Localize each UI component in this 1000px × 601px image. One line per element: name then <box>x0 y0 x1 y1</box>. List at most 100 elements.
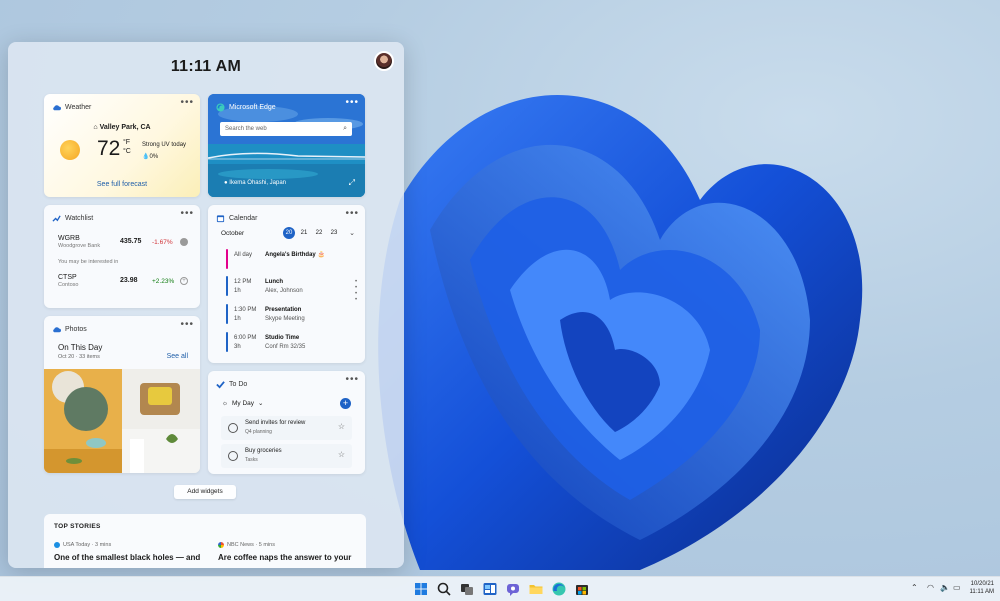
wifi-icon[interactable]: ◠ <box>927 583 934 592</box>
calendar-day[interactable]: 23 <box>328 227 340 239</box>
photos-header: Photos <box>52 322 87 336</box>
event-time: 6:00 PM 3h <box>234 335 257 350</box>
stock-row-name: Woodgrove Bank <box>58 243 101 249</box>
see-all-link[interactable]: See all <box>167 353 188 360</box>
watchlist-title: Watchlist <box>65 214 94 222</box>
event-color-bar <box>226 276 228 296</box>
task-title: Buy groceries <box>245 448 282 454</box>
edge-browser-icon[interactable] <box>551 581 567 597</box>
calendar-event[interactable]: 6:00 PM 3h Studio Time Conf Rm 32/35 <box>226 332 356 354</box>
edge-header: Microsoft Edge <box>216 100 276 114</box>
chat-icon[interactable] <box>505 581 521 597</box>
stock-chart-icon <box>52 214 61 222</box>
checkmark-icon[interactable] <box>180 238 188 246</box>
calendar-event[interactable]: 1:30 PM 1h Presentation Skype Meeting <box>226 304 356 326</box>
watchlist-header: Watchlist <box>52 211 93 225</box>
calendar-day[interactable]: 21 <box>298 227 310 239</box>
event-name: Presentation Skype Meeting <box>265 307 305 322</box>
todo-task[interactable]: Send invites for review Q4 planning ☆ <box>221 416 352 440</box>
task-subtitle: Q4 planning <box>245 429 272 435</box>
event-color-bar <box>226 249 228 269</box>
weather-units[interactable]: °F °C <box>123 138 131 156</box>
news-story[interactable]: USA Today · 3 mins One of the smallest b… <box>54 542 200 562</box>
watchlist-more-button[interactable]: ••• <box>180 209 194 219</box>
user-avatar[interactable] <box>374 51 394 71</box>
edge-search-input[interactable]: Search the web ⌕ <box>220 122 352 136</box>
usa-today-icon <box>54 542 60 548</box>
search-icon[interactable] <box>436 581 452 597</box>
chevron-up-icon[interactable]: ⌃ <box>911 583 918 592</box>
scroll-indicator-icon[interactable]: • • • • <box>355 279 359 303</box>
taskbar-clock[interactable]: 10/20/21 11:11 AM <box>954 580 994 596</box>
task-view-icon[interactable] <box>459 581 475 597</box>
watchlist-widget[interactable]: Watchlist ••• WGRB Woodgrove Bank 435.75… <box>44 205 200 308</box>
todo-header: To Do <box>216 377 247 391</box>
event-color-bar <box>226 332 228 352</box>
photo-thumbnail[interactable] <box>122 369 200 473</box>
weather-details: Strong UV today 💧0% <box>142 139 186 163</box>
calendar-icon <box>216 214 225 222</box>
calendar-header: Calendar <box>216 211 257 225</box>
todo-more-button[interactable]: ••• <box>345 375 359 385</box>
taskbar-time: 11:11 AM <box>969 589 994 595</box>
weather-widget[interactable]: Weather ••• ⌂ Valley Park, CA 72 °F °C S… <box>44 94 200 197</box>
location-pin-icon: ● <box>224 180 228 186</box>
checkmark-icon <box>216 380 225 389</box>
story-title: One of the smallest black holes — and <box>54 553 201 562</box>
calendar-widget[interactable]: Calendar ••• October 20 21 22 23 ⌄ All d… <box>208 205 365 363</box>
expand-icon[interactable]: ⤢ <box>349 178 355 188</box>
edge-widget[interactable]: Microsoft Edge ••• Search the web ⌕ ● Ik… <box>208 94 365 197</box>
calendar-days: 20 21 22 23 <box>283 227 340 239</box>
task-checkbox[interactable] <box>228 423 238 433</box>
volume-icon[interactable]: 🔈 <box>940 583 950 592</box>
photos-title: Photos <box>65 325 87 333</box>
add-widgets-button[interactable]: Add widgets <box>174 485 236 499</box>
stock-row-symbol[interactable]: CTSP Contoso <box>58 274 79 288</box>
add-icon[interactable]: + <box>180 277 188 285</box>
photos-more-button[interactable]: ••• <box>180 320 194 330</box>
photos-subtitle: Oct 20 · 33 items <box>58 354 100 360</box>
store-icon[interactable] <box>574 581 590 597</box>
calendar-event[interactable]: All day Angela's Birthday 🎂 <box>226 249 356 271</box>
weather-title: Weather <box>65 103 92 111</box>
start-icon[interactable] <box>413 581 429 597</box>
star-icon[interactable]: ☆ <box>338 422 345 431</box>
calendar-day[interactable]: 20 <box>283 227 295 239</box>
star-icon[interactable]: ☆ <box>338 450 345 459</box>
edge-more-button[interactable]: ••• <box>345 98 359 108</box>
task-checkbox[interactable] <box>228 451 238 461</box>
widgets-icon[interactable] <box>482 581 498 597</box>
calendar-day[interactable]: 22 <box>313 227 325 239</box>
edge-logo-icon <box>216 102 225 112</box>
todo-list-selector[interactable]: ☼ My Day ⌄ <box>222 399 263 408</box>
see-full-forecast-link[interactable]: See full forecast <box>44 181 200 188</box>
todo-task[interactable]: Buy groceries Tasks ☆ <box>221 444 352 468</box>
story-source: USA Today · 3 mins <box>54 542 200 548</box>
unit-fahrenheit[interactable]: °F <box>123 138 131 147</box>
edge-search-placeholder: Search the web <box>225 126 267 132</box>
event-name: Studio Time Conf Rm 32/35 <box>265 335 306 350</box>
edge-image-caption[interactable]: ● Ikema Ohashi, Japan <box>224 180 286 186</box>
todo-widget[interactable]: To Do ••• ☼ My Day ⌄ + Send invites for … <box>208 371 365 474</box>
stock-row-price: 435.75 <box>120 238 142 245</box>
event-time: All day <box>234 252 253 258</box>
calendar-more-button[interactable]: ••• <box>345 209 359 219</box>
photo-art <box>44 371 122 473</box>
home-icon: ⌂ <box>93 124 98 131</box>
bridge-image <box>208 152 365 160</box>
add-task-button[interactable]: + <box>340 398 351 409</box>
file-explorer-icon[interactable] <box>528 581 544 597</box>
taskbar: ⌃ ◠ 🔈 ▭ 10/20/21 11:11 AM <box>0 576 1000 601</box>
photo-thumbnail[interactable] <box>44 369 122 473</box>
unit-celsius[interactable]: °C <box>123 147 131 156</box>
news-story[interactable]: NBC News · 5 mins Are coffee naps the an… <box>218 542 351 562</box>
photos-widget[interactable]: Photos ••• On This Day Oct 20 · 33 items… <box>44 316 200 473</box>
search-icon[interactable]: ⌕ <box>343 122 347 136</box>
todo-title: To Do <box>229 380 248 388</box>
cloud-icon <box>53 326 61 332</box>
chevron-down-icon[interactable]: ⌄ <box>349 229 355 237</box>
stock-row-symbol[interactable]: WGRB Woodgrove Bank <box>58 235 100 249</box>
calendar-event[interactable]: 12 PM 1h Lunch Alex, Johnson <box>226 276 356 298</box>
weather-more-button[interactable]: ••• <box>180 98 194 108</box>
weather-header: Weather <box>52 100 91 114</box>
